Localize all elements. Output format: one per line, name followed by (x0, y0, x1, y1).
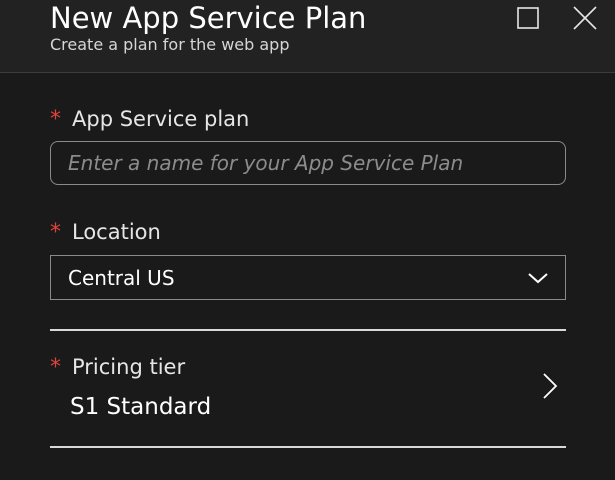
blade-header: New App Service Plan Create a plan for t… (0, 0, 615, 73)
maximize-icon (517, 7, 539, 29)
page-subtitle: Create a plan for the web app (50, 35, 290, 54)
required-marker: * (50, 220, 61, 245)
chevron-right-icon (543, 373, 558, 399)
divider (50, 329, 566, 331)
chevron-down-icon (528, 273, 548, 284)
page-title: New App Service Plan (50, 1, 367, 35)
required-marker: * (50, 107, 61, 132)
app-service-plan-label: * App Service plan (50, 106, 249, 133)
app-service-plan-input[interactable] (50, 141, 566, 185)
divider (50, 446, 566, 448)
location-selected-value: Central US (68, 266, 175, 290)
close-button[interactable] (571, 4, 599, 32)
app-service-plan-label-text: App Service plan (72, 107, 250, 131)
blade-panel: New App Service Plan Create a plan for t… (0, 0, 615, 480)
location-dropdown[interactable]: Central US (50, 255, 566, 300)
location-label-text: Location (72, 220, 161, 244)
pricing-tier-selector[interactable]: S1 Standard (50, 345, 566, 440)
pricing-tier-value: S1 Standard (70, 394, 212, 420)
location-label: * Location (50, 219, 161, 246)
maximize-button[interactable] (514, 4, 542, 32)
close-icon (573, 6, 597, 30)
